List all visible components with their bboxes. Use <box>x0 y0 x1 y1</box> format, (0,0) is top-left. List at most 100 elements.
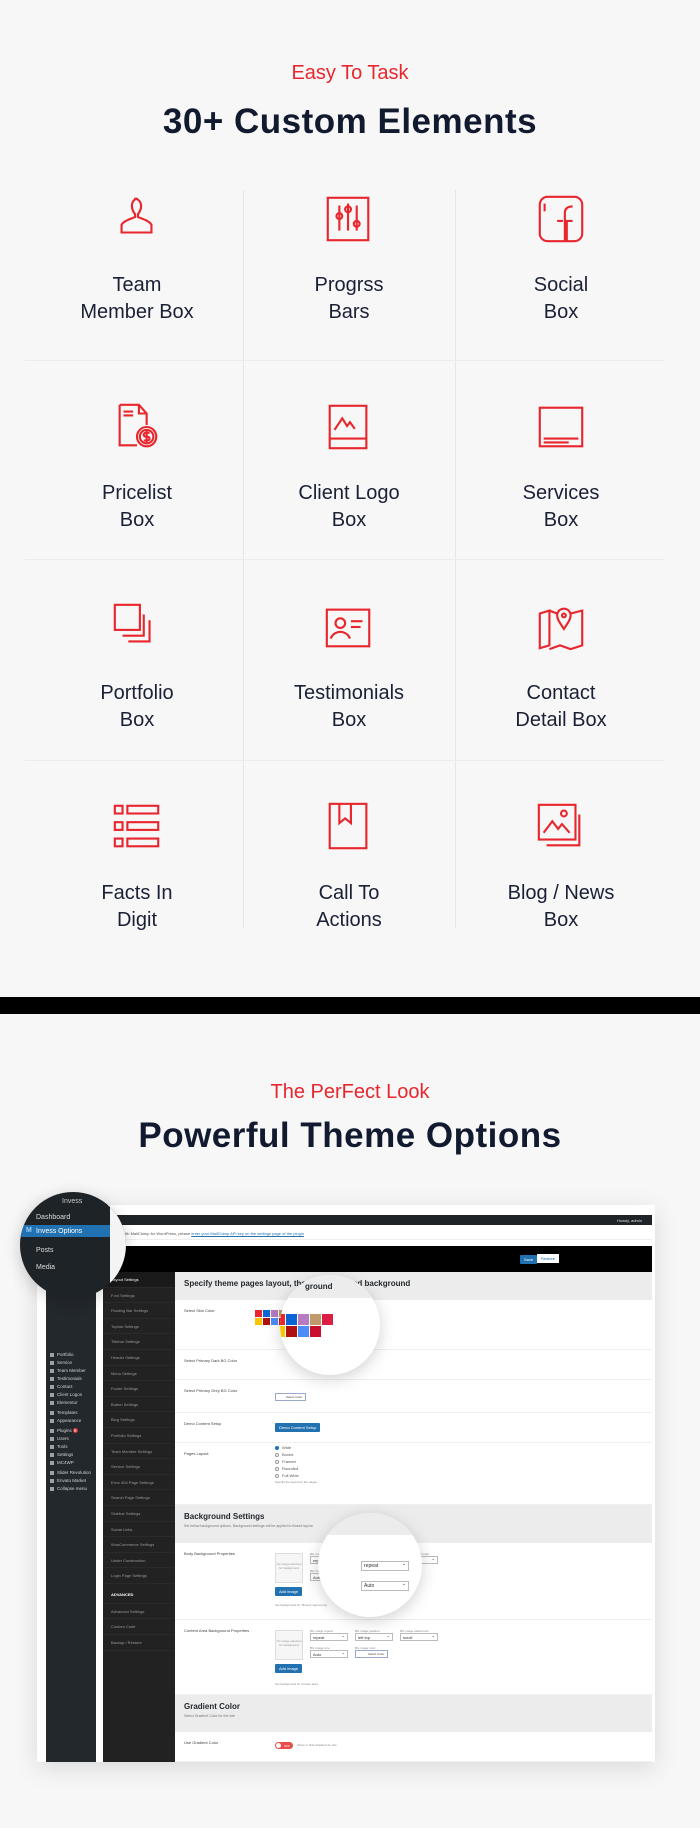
menu-media[interactable]: Media <box>36 1264 55 1271</box>
skin-swatch[interactable] <box>286 1326 297 1337</box>
layout-radio[interactable]: Boxed <box>275 1452 317 1459</box>
skin-swatch[interactable] <box>271 1318 278 1325</box>
wp-menu-item[interactable]: Collapse menu <box>50 1486 87 1491</box>
admin-bar-user[interactable]: Howdy, admin <box>617 1218 642 1223</box>
settings-menu-item[interactable]: Error 404 Page Settings <box>103 1475 175 1491</box>
skin-swatch[interactable] <box>280 1314 285 1325</box>
menu-icon <box>50 1400 54 1405</box>
skin-swatch[interactable] <box>255 1310 262 1317</box>
add-image-button[interactable]: Add image <box>275 1587 303 1596</box>
menu-icon <box>50 1452 54 1457</box>
wp-menu-item[interactable]: Testimonials <box>50 1376 82 1381</box>
image-frame-icon <box>328 404 368 450</box>
select-color-button[interactable]: Select Color <box>275 1393 307 1401</box>
add-image-button[interactable]: Add image <box>275 1664 303 1673</box>
settings-menu-item[interactable]: Social Links <box>103 1522 175 1538</box>
menu-icon <box>50 1392 54 1397</box>
layout-heading: Specify theme pages layout, the skin col… <box>184 1279 411 1288</box>
menu-invess-options[interactable]: Invess Options <box>36 1228 82 1235</box>
menu-posts[interactable]: Posts <box>36 1247 54 1254</box>
settings-menu-item[interactable]: Header Settings <box>103 1350 175 1366</box>
wp-menu-item[interactable]: Tools <box>50 1444 68 1449</box>
layout-radio[interactable]: Rounded <box>275 1466 317 1473</box>
wp-menu-item[interactable]: Team Member <box>50 1368 86 1373</box>
notice-link[interactable]: enter your MailChimp API key on the sett… <box>191 1231 304 1236</box>
settings-menu-item[interactable]: Button Settings <box>103 1397 175 1413</box>
grid-divider <box>25 360 665 361</box>
gradient-toggle[interactable]: OFF <box>275 1742 293 1749</box>
stacked-squares-icon <box>113 603 151 643</box>
wp-menu-item[interactable]: Users <box>50 1436 69 1441</box>
skin-swatch[interactable] <box>263 1310 270 1317</box>
size-select[interactable]: Auto <box>310 1650 348 1658</box>
magnifier-bg: repeat Auto <box>318 1513 422 1617</box>
demo-label: Demo Content Setup <box>184 1421 222 1426</box>
wp-menu-item[interactable]: MC4WP <box>50 1460 74 1465</box>
wp-menu-item[interactable]: Elementor <box>50 1400 78 1405</box>
skin-swatch[interactable] <box>298 1326 309 1337</box>
wp-menu-item[interactable]: Slider Revolution <box>50 1470 91 1475</box>
wp-menu-item[interactable]: Envato Market <box>50 1478 86 1483</box>
position-select[interactable]: left top <box>355 1633 393 1641</box>
grid-divider <box>25 559 665 560</box>
mailchimp-notice: started with MailChimp for WordPress, pl… <box>103 1228 652 1240</box>
skin-swatch[interactable] <box>286 1314 297 1325</box>
layout-radio[interactable]: Framed <box>275 1459 317 1466</box>
settings-menu-item[interactable]: Blog Settings <box>103 1412 175 1428</box>
wp-menu-item[interactable]: Contact <box>50 1384 73 1389</box>
settings-menu-item[interactable]: Login Page Settings <box>103 1568 175 1584</box>
element-card: Contact Detail Box <box>455 600 667 734</box>
section-title: 30+ Custom Elements <box>162 102 538 141</box>
gradient-help: Show or hide Gradient for site <box>297 1743 337 1747</box>
save-button[interactable]: Save <box>520 1255 538 1264</box>
settings-menu-item[interactable]: Service Settings <box>103 1459 175 1475</box>
settings-menu-item[interactable]: Floating Bar Settings <box>103 1303 175 1319</box>
use-gradient-label: Use Gradient Color <box>184 1740 219 1745</box>
settings-menu-item[interactable]: Under Construction <box>103 1553 175 1569</box>
menu-dashboard[interactable]: Dashboard <box>36 1214 70 1221</box>
wp-menu-item[interactable]: Templates <box>50 1410 78 1415</box>
magnified-size-select[interactable]: Auto <box>361 1581 409 1591</box>
layout-radio[interactable]: Full Wide <box>275 1473 317 1480</box>
help-text: Set background for content area <box>275 1682 318 1686</box>
settings-menu-item[interactable]: Advanced Settings <box>103 1604 175 1620</box>
wp-menu-item[interactable]: Service <box>50 1360 72 1365</box>
skin-swatch[interactable] <box>263 1318 270 1325</box>
settings-menu-item[interactable]: Sidebar Settings <box>103 1506 175 1522</box>
settings-menu-item[interactable]: Custom Code <box>103 1619 175 1636</box>
wp-menu-item[interactable]: Appearance <box>50 1418 81 1423</box>
skin-swatch[interactable] <box>271 1310 278 1317</box>
settings-menu-item[interactable]: Search Page Settings <box>103 1490 175 1506</box>
pages-layout-label: Pages Layout <box>184 1451 209 1456</box>
skin-swatch[interactable] <box>280 1326 285 1337</box>
select-color-button[interactable]: Select Color <box>355 1650 389 1658</box>
element-card: Client Logo Box <box>243 400 455 534</box>
attachment-select[interactable]: scroll <box>400 1633 438 1641</box>
demo-content-button[interactable]: Demo Content Setup <box>275 1423 321 1432</box>
restore-button[interactable]: Restore <box>537 1254 560 1263</box>
settings-menu-item[interactable]: Backup / Restore <box>103 1635 175 1651</box>
skin-swatch[interactable] <box>298 1314 309 1325</box>
settings-menu-item[interactable]: Topbar Settings <box>103 1319 175 1335</box>
settings-menu-item[interactable]: Titlebar Settings <box>103 1334 175 1350</box>
skin-swatch[interactable] <box>310 1314 321 1325</box>
skin-swatch[interactable] <box>310 1326 321 1337</box>
skin-swatch[interactable] <box>322 1314 333 1325</box>
settings-menu-item[interactable]: Portfolio Settings <box>103 1428 175 1444</box>
skin-swatch[interactable] <box>255 1318 262 1325</box>
grid-divider <box>25 760 665 761</box>
wp-menu-item[interactable]: Client Logos <box>50 1392 82 1397</box>
gradient-heading: Gradient Color <box>184 1702 241 1711</box>
settings-menu-item[interactable]: Menu Settings <box>103 1366 175 1382</box>
settings-menu-item[interactable]: WooCommerce Settings <box>103 1537 175 1553</box>
repeat-select[interactable]: repeat <box>310 1633 348 1641</box>
wp-menu-item[interactable]: Portfolio <box>50 1352 74 1357</box>
magnified-repeat-select[interactable]: repeat <box>361 1561 409 1571</box>
settings-menu-item[interactable]: Team Member Settings <box>103 1444 175 1460</box>
price-document-icon <box>118 403 158 448</box>
wp-menu-item[interactable]: Settings <box>50 1452 73 1457</box>
settings-menu-item[interactable]: Footer Settings <box>103 1381 175 1397</box>
layout-radio[interactable]: Wide <box>275 1445 317 1452</box>
wp-menu-item[interactable]: Plugins 6 <box>50 1428 78 1433</box>
monitor-icon <box>538 406 584 448</box>
